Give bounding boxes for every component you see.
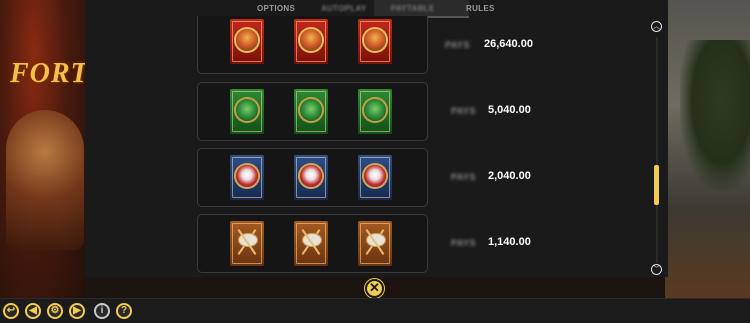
- red-monkey-king-card: [294, 19, 328, 64]
- paytable-row: [197, 16, 428, 74]
- blue-mask-card: [294, 155, 328, 200]
- pays-label: PAYS: [451, 106, 477, 116]
- autoplay-icon[interactable]: ▶: [69, 303, 85, 319]
- payout-value: 26,640.00: [484, 38, 533, 50]
- paytable-row: [197, 148, 428, 207]
- blue-mask-card: [358, 155, 392, 200]
- pays-label: PAYS: [445, 40, 471, 50]
- chevron-up-icon[interactable]: ︿: [651, 21, 662, 32]
- red-monkey-king-card: [230, 19, 264, 64]
- tab-paytable[interactable]: PAYTABLE: [391, 4, 435, 13]
- background-left-scene: FORT: [0, 0, 85, 298]
- settings-icon[interactable]: ⚙: [47, 303, 63, 319]
- bottom-control-bar: ↩ ◀ ⚙ ▶ i ?: [0, 298, 750, 323]
- payout-value: 5,040.00: [488, 104, 531, 116]
- info-icon[interactable]: i: [94, 303, 110, 319]
- tree-art: [680, 40, 750, 190]
- payout-value: 1,140.00: [488, 236, 531, 248]
- scrollbar-thumb[interactable]: [654, 165, 659, 205]
- tab-autoplay[interactable]: AUTOPLAY: [321, 4, 367, 13]
- background-right-scene: [665, 0, 750, 298]
- scrollbar-track[interactable]: [656, 37, 658, 263]
- green-jade-ring-card: [358, 89, 392, 134]
- tab-rules[interactable]: RULES: [466, 4, 495, 13]
- sound-icon[interactable]: ◀: [25, 303, 41, 319]
- orange-axe-card: [358, 221, 392, 266]
- game-logo: FORT: [10, 58, 85, 89]
- tab-options[interactable]: OPTIONS: [257, 4, 295, 13]
- paytable-row: [197, 214, 428, 273]
- chevron-down-icon[interactable]: ﹀: [651, 264, 662, 275]
- help-icon[interactable]: ?: [116, 303, 132, 319]
- orange-axe-card: [230, 221, 264, 266]
- blue-mask-card: [230, 155, 264, 200]
- paytable-panel: OPTIONS AUTOPLAY PAYTABLE RULES PAYS 26,…: [85, 0, 668, 277]
- red-monkey-king-card: [358, 19, 392, 64]
- green-jade-ring-card: [294, 89, 328, 134]
- back-icon[interactable]: ↩: [3, 303, 19, 319]
- close-icon[interactable]: ✕: [365, 279, 384, 298]
- monkey-character-art: [6, 110, 84, 250]
- payout-value: 2,040.00: [488, 170, 531, 182]
- orange-axe-card: [294, 221, 328, 266]
- pays-label: PAYS: [451, 172, 477, 182]
- green-jade-ring-card: [230, 89, 264, 134]
- pays-label: PAYS: [451, 238, 477, 248]
- paytable-row: [197, 82, 428, 141]
